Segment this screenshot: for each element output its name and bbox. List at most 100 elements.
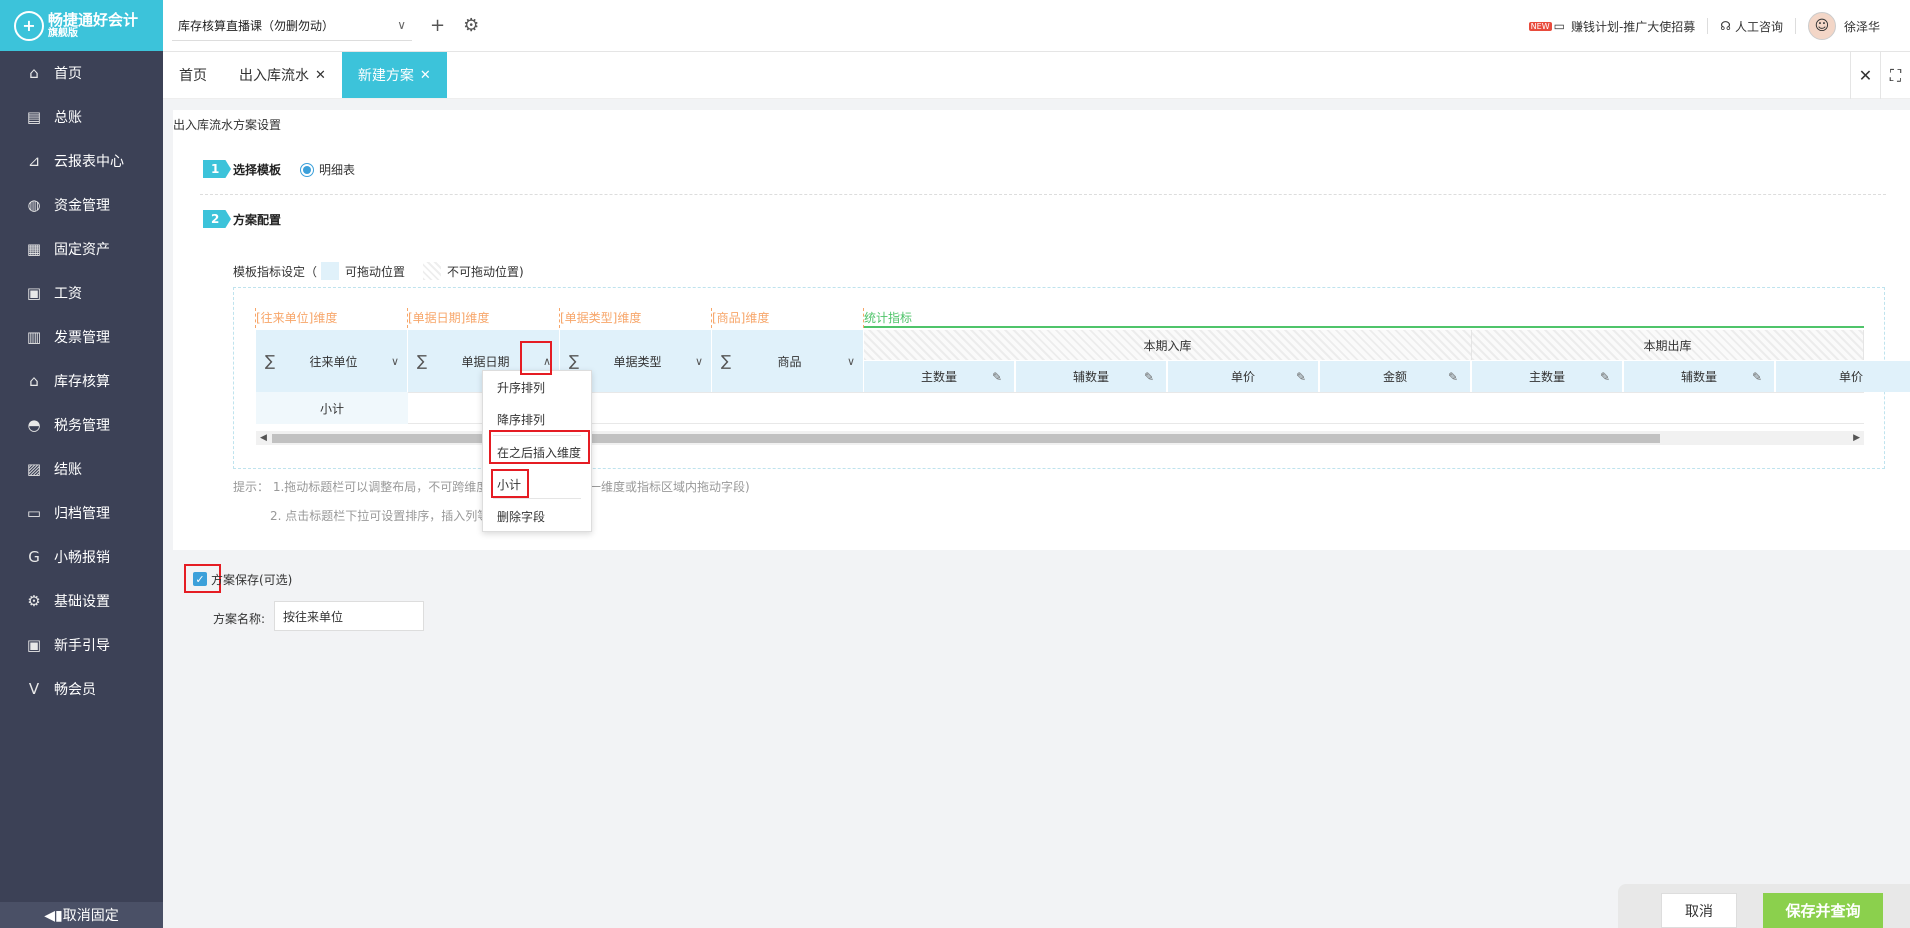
scheme-name-input[interactable] xyxy=(274,601,424,631)
home-icon: ⌂ xyxy=(29,64,39,82)
report-center-icon: ⊿ xyxy=(27,152,41,170)
metric-group-header: 本期入库 xyxy=(864,330,1472,360)
scroll-right-icon[interactable]: ▶ xyxy=(1853,431,1860,445)
step-2-label: 方案配置 xyxy=(233,212,282,227)
avatar[interactable]: ☺ xyxy=(1807,12,1836,40)
section-title: 出入库流水方案设置 xyxy=(173,118,282,132)
sum-icon: ∑ xyxy=(720,352,732,370)
tab-2[interactable]: 新建方案 ✕ xyxy=(341,52,447,98)
sidebar-item-report-center[interactable]: ⊿ 云报表中心 xyxy=(0,139,163,183)
fullscreen-icon[interactable]: ⛶ xyxy=(1880,52,1910,99)
user-name[interactable]: 徐泽华 xyxy=(1844,18,1880,35)
close-icon[interactable]: ✕ xyxy=(420,68,431,83)
sidebar-item-salary[interactable]: ▣ 工资 xyxy=(0,271,163,315)
metric-header[interactable]: 主数量 ✎ xyxy=(864,361,1015,392)
edit-icon[interactable]: ✎ xyxy=(1144,370,1154,384)
sidebar-item-label: 云报表中心 xyxy=(54,154,124,170)
sidebar-item-fixed-assets[interactable]: ▦ 固定资产 xyxy=(0,227,163,271)
metric-header[interactable]: 金额 ✎ xyxy=(1320,361,1471,392)
sidebar-item-label: 结账 xyxy=(54,462,82,478)
metric-header[interactable]: 主数量 ✎ xyxy=(1472,361,1623,392)
sidebar-item-inventory[interactable]: ⌂ 库存核算 xyxy=(0,359,163,403)
dimension-group-label: [单据类型]维度 xyxy=(560,311,642,325)
divider xyxy=(864,326,1864,328)
edit-icon[interactable]: ✎ xyxy=(992,370,1002,384)
step-2-number: 2 xyxy=(203,210,231,228)
sidebar-item-fund[interactable]: ◍ 资金管理 xyxy=(0,183,163,227)
dimension-group-label: [往来单位]维度 xyxy=(256,311,338,325)
edit-icon[interactable]: ✎ xyxy=(1296,370,1306,384)
radio-selected-icon[interactable] xyxy=(300,162,314,177)
metric-label: 主数量 xyxy=(1528,370,1565,384)
sidebar-item-archive[interactable]: ▭ 归档管理 xyxy=(0,491,163,535)
sidebar-item-label: 工资 xyxy=(54,286,82,302)
sidebar-item-label: 基础设置 xyxy=(54,594,110,610)
tab-0[interactable]: 首页 xyxy=(163,52,223,98)
non-draggable-swatch xyxy=(423,262,442,280)
tab-1[interactable]: 出入库流水 ✕ xyxy=(223,52,342,98)
metric-header[interactable]: 辅数量 ✎ xyxy=(1016,361,1167,392)
account-book-select[interactable]: 库存核算直播课（勿删勿动） ∨ xyxy=(172,11,412,41)
cancel-button[interactable]: 取消 xyxy=(1661,893,1737,928)
chevron-down-icon[interactable]: ∨ xyxy=(383,355,407,368)
divider xyxy=(711,308,712,328)
logo[interactable]: + 畅捷通好会计 旗舰版 xyxy=(0,0,163,51)
step-2: 2 方案配置 xyxy=(203,210,281,228)
headset-icon: ☊ xyxy=(1720,19,1731,33)
tab-label: 新建方案 xyxy=(357,68,414,84)
sidebar-item-label: 资金管理 xyxy=(54,198,110,214)
promo-link[interactable]: 赚钱计划-推广大使招募 xyxy=(1571,18,1695,35)
legend: 模板指标设定（ 可拖动位置 不可拖动位置) xyxy=(233,262,524,280)
menu-item-sort-desc[interactable]: 降序排列 xyxy=(497,411,545,428)
sidebar-item-settings[interactable]: ⚙ 基础设置 xyxy=(0,579,163,623)
metric-group-header: 本期出库 xyxy=(1472,330,1864,360)
sidebar-item-tax[interactable]: ◓ 税务管理 xyxy=(0,403,163,447)
sidebar-item-label: 发票管理 xyxy=(54,330,110,346)
support-link[interactable]: 人工咨询 xyxy=(1735,18,1783,35)
plus-icon[interactable]: + xyxy=(430,15,445,36)
step-1-number: 1 xyxy=(203,160,231,178)
subtotal-cell: 小计 xyxy=(256,392,408,424)
metric-header[interactable]: 辅数量 ✎ xyxy=(1624,361,1775,392)
sidebar-item-membership[interactable]: V 畅会员 xyxy=(0,667,163,711)
unpin-button[interactable]: ◀▮取消固定 xyxy=(0,902,163,928)
metric-header[interactable]: 单价 ✎ xyxy=(1168,361,1319,392)
tab-label: 出入库流水 xyxy=(239,68,309,84)
edit-icon[interactable]: ✎ xyxy=(1752,370,1762,384)
logo-subtitle: 旗舰版 xyxy=(48,28,78,40)
sidebar-item-home[interactable]: ⌂ 首页 xyxy=(0,51,163,95)
dimension-header-product[interactable]: ∑ 商品 ∨ xyxy=(712,330,864,392)
sidebar-item-guide[interactable]: ▣ 新手引导 xyxy=(0,623,163,667)
membership-icon: V xyxy=(28,680,40,698)
chevron-down-icon[interactable]: ∨ xyxy=(687,355,711,368)
dimension-header-partner[interactable]: ∑ 往来单位 ∨ xyxy=(256,330,408,392)
menu-item-sort-asc[interactable]: 升序排列 xyxy=(497,379,545,396)
metric-header[interactable]: 单价 xyxy=(1776,361,1910,392)
save-and-query-button[interactable]: 保存并查询 xyxy=(1763,893,1883,928)
template-radio-detail[interactable]: 明细表 xyxy=(300,161,355,178)
edit-icon[interactable]: ✎ xyxy=(1600,370,1610,384)
scroll-left-icon[interactable]: ◀ xyxy=(260,431,267,445)
chevron-down-icon: ∨ xyxy=(397,18,406,32)
sidebar-item-closing[interactable]: ▨ 结账 xyxy=(0,447,163,491)
sidebar-item-ledger[interactable]: ▤ 总账 xyxy=(0,95,163,139)
sidebar-item-reimburse[interactable]: G 小畅报销 xyxy=(0,535,163,579)
metric-label: 主数量 xyxy=(920,370,957,384)
gear-icon[interactable]: ⚙ xyxy=(463,15,479,36)
archive-icon: ▭ xyxy=(26,504,42,522)
top-bar: 库存核算直播课（勿删勿动） ∨ + ⚙ NEW ▭ 赚钱计划-推广大使招募 ☊ … xyxy=(163,0,1910,52)
sidebar-item-invoice[interactable]: ▥ 发票管理 xyxy=(0,315,163,359)
edit-icon[interactable]: ✎ xyxy=(1448,370,1458,384)
scroll-thumb[interactable] xyxy=(272,434,1660,443)
divider xyxy=(559,308,560,328)
close-icon[interactable]: ✕ xyxy=(315,68,326,83)
menu-item-delete-field[interactable]: 删除字段 xyxy=(497,508,545,525)
dimension-group-label: [商品]维度 xyxy=(712,311,770,325)
sidebar-item-label: 畅会员 xyxy=(54,682,96,698)
save-scheme-label: 方案保存(可选) xyxy=(211,573,293,587)
chevron-down-icon[interactable]: ∨ xyxy=(839,355,863,368)
step-1: 1 选择模板 xyxy=(203,160,281,178)
close-all-tabs-icon[interactable]: ✕ xyxy=(1850,52,1880,99)
settings-icon: ⚙ xyxy=(27,592,41,610)
save-scheme-checkbox[interactable]: ✓ xyxy=(193,572,207,586)
